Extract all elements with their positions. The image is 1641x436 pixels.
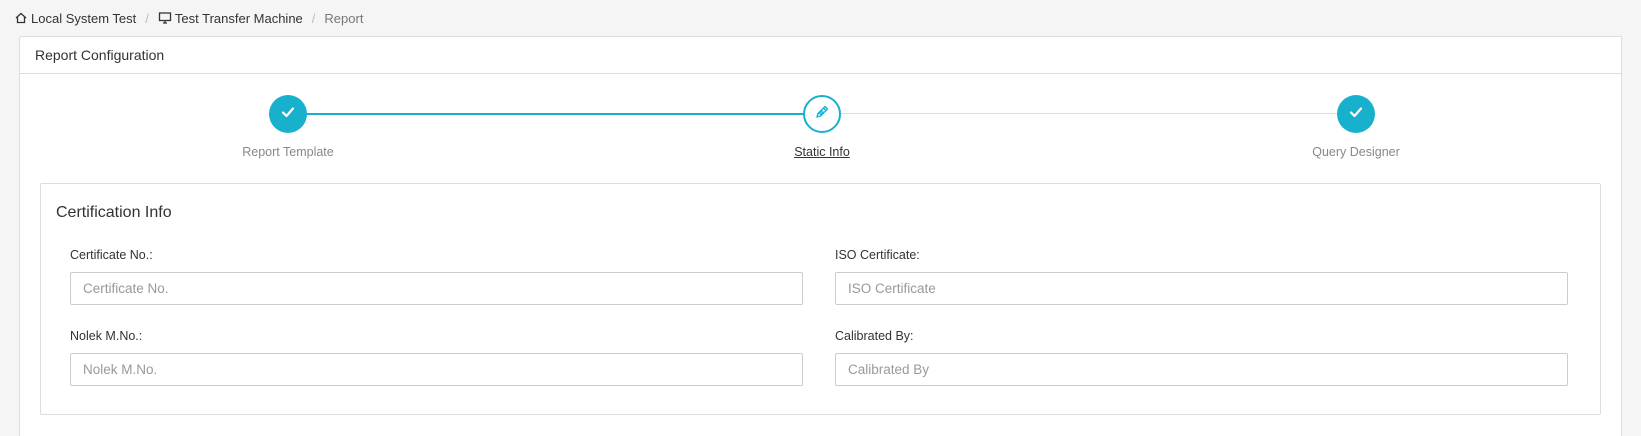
step-circle bbox=[803, 95, 841, 133]
home-icon bbox=[14, 11, 28, 25]
iso-certificate-field: ISO Certificate: bbox=[835, 247, 1568, 305]
breadcrumb-label: Test Transfer Machine bbox=[174, 10, 303, 26]
check-icon bbox=[1347, 103, 1365, 126]
certificate-no-field: Certificate No.: bbox=[70, 247, 803, 305]
section-title: Certification Info bbox=[56, 204, 172, 221]
check-icon bbox=[279, 103, 297, 126]
breadcrumb-item-test-transfer-machine[interactable]: Test Transfer Machine bbox=[158, 11, 303, 26]
step-label: Report Template bbox=[242, 145, 334, 159]
certification-info-section: Certification Info Certificate No.: ISO … bbox=[40, 183, 1601, 415]
breadcrumb-separator: / bbox=[311, 10, 316, 26]
step-circle bbox=[269, 95, 307, 133]
breadcrumb: Local System Test / Test Transfer Machin… bbox=[14, 9, 363, 27]
step-label: Query Designer bbox=[1312, 145, 1400, 159]
report-configuration-panel: Report Configuration Report Template Sta… bbox=[19, 36, 1622, 436]
calibrated-by-label: Calibrated By: bbox=[835, 329, 914, 343]
nolek-mno-label: Nolek M.No.: bbox=[70, 329, 143, 343]
iso-certificate-label: ISO Certificate: bbox=[835, 248, 920, 262]
step-query-designer[interactable]: Query Designer bbox=[1256, 95, 1456, 159]
nolek-mno-field: Nolek M.No.: bbox=[70, 328, 803, 386]
step-static-info[interactable]: Static Info bbox=[722, 95, 922, 159]
iso-certificate-input[interactable] bbox=[835, 272, 1568, 305]
monitor-icon bbox=[158, 11, 172, 25]
breadcrumb-item-local-system-test[interactable]: Local System Test bbox=[14, 11, 136, 26]
breadcrumb-separator: / bbox=[145, 10, 149, 26]
certificate-no-input[interactable] bbox=[70, 272, 803, 305]
nolek-mno-input[interactable] bbox=[70, 353, 803, 386]
pencil-icon bbox=[813, 103, 831, 126]
certificate-no-label: Certificate No.: bbox=[70, 248, 153, 262]
stepper: Report Template Static Info Query Design… bbox=[20, 37, 1623, 177]
breadcrumb-label: Local System Test bbox=[31, 10, 137, 26]
breadcrumb-item-report: Report bbox=[324, 11, 363, 26]
calibrated-by-field: Calibrated By: bbox=[835, 328, 1568, 386]
step-label: Static Info bbox=[794, 145, 850, 159]
breadcrumb-label: Report bbox=[324, 10, 364, 26]
step-report-template[interactable]: Report Template bbox=[188, 95, 388, 159]
step-circle bbox=[1337, 95, 1375, 133]
calibrated-by-input[interactable] bbox=[835, 353, 1568, 386]
